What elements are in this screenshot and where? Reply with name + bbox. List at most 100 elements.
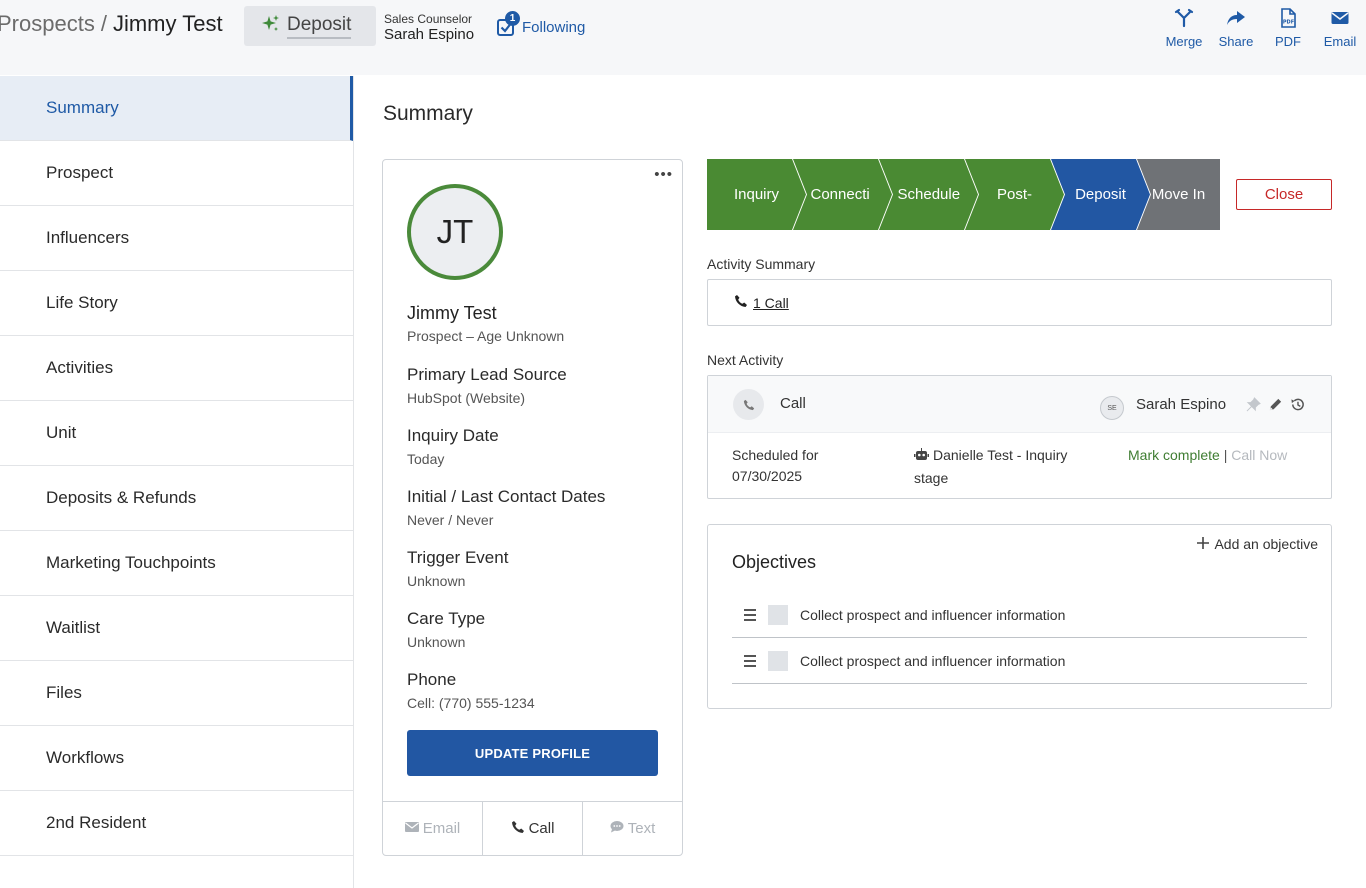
sidebar-item-workflows[interactable]: Workflows bbox=[0, 726, 353, 791]
text-contact-label: Text bbox=[627, 820, 656, 837]
scheduled-label: Scheduled for bbox=[732, 447, 819, 463]
sidebar-item-unit[interactable]: Unit bbox=[0, 401, 353, 466]
field-label: Care Type bbox=[407, 609, 486, 628]
following-label: Following bbox=[522, 18, 586, 36]
activity-actions bbox=[1246, 397, 1305, 412]
objective-text: Collect prospect and influencer informat… bbox=[800, 652, 1066, 669]
breadcrumb: Prospects / Jimmy Test bbox=[0, 11, 223, 37]
stage-inquiry[interactable]: Inquiry bbox=[707, 159, 806, 230]
checkbox-check-icon: 1 bbox=[496, 11, 520, 37]
plus-icon bbox=[1197, 536, 1210, 552]
email-contact-label: Email bbox=[422, 820, 461, 837]
call-now-link[interactable]: Call Now bbox=[1231, 447, 1287, 463]
page-title: Summary bbox=[383, 102, 473, 125]
sidebar-item-marketing-touchpoints[interactable]: Marketing Touchpoints bbox=[0, 531, 353, 596]
pdf-button[interactable]: PDF PDF bbox=[1262, 8, 1314, 49]
profile-card: ••• JT Jimmy Test Prospect – Age Unknown… bbox=[382, 159, 683, 856]
sidebar-item-activities[interactable]: Activities bbox=[0, 336, 353, 401]
scheduled-info: Scheduled for 07/30/2025 bbox=[732, 445, 818, 487]
field-label: Primary Lead Source bbox=[407, 365, 567, 384]
more-options-icon[interactable]: ••• bbox=[654, 166, 673, 183]
stage-label: Schedule bbox=[897, 186, 960, 203]
prospect-subtitle: Prospect – Age Unknown bbox=[407, 328, 565, 344]
stage-label: Deposit bbox=[1075, 186, 1126, 203]
robot-icon bbox=[914, 447, 929, 468]
activity-summary-box: 1 Call bbox=[707, 279, 1332, 326]
workflow-name: Danielle Test - Inquiry stage bbox=[914, 447, 1068, 486]
avatar: JT bbox=[407, 184, 503, 280]
objective-item: Collect prospect and influencer informat… bbox=[732, 592, 1307, 638]
drag-handle-icon[interactable] bbox=[744, 654, 756, 667]
phone-icon bbox=[734, 294, 748, 311]
objectives-card: Objectives Add an objective Collect pros… bbox=[707, 524, 1332, 709]
share-icon bbox=[1226, 8, 1246, 31]
breadcrumb-prospects-link[interactable]: Prospects bbox=[0, 11, 95, 36]
field-value: Cell: (770) 555-1234 bbox=[407, 695, 535, 711]
page-header: Prospects / Jimmy Test Deposit Sales Couns… bbox=[0, 0, 1366, 75]
call-contact-button[interactable]: Call bbox=[483, 802, 583, 855]
sales-counselor: Sales Counselor Sarah Espino bbox=[384, 12, 474, 42]
action-separator: | bbox=[1223, 447, 1228, 463]
field-label: Phone bbox=[407, 670, 457, 689]
sidebar-item-influencers[interactable]: Influencers bbox=[0, 206, 353, 271]
counselor-name[interactable]: Sarah Espino bbox=[384, 27, 474, 42]
stage-chip-label: Deposit bbox=[287, 14, 352, 39]
stage-connection[interactable]: Connecti bbox=[793, 159, 892, 230]
add-objective-button[interactable]: Add an objective bbox=[1197, 536, 1318, 552]
stage-post[interactable]: Post- bbox=[965, 159, 1064, 230]
field-value: Unknown bbox=[407, 634, 466, 650]
mark-complete-link[interactable]: Mark complete bbox=[1128, 447, 1220, 463]
update-profile-button[interactable]: UPDATE PROFILE bbox=[407, 730, 658, 776]
email-button[interactable]: Email bbox=[1314, 8, 1366, 49]
field-value: HubSpot (Website) bbox=[407, 390, 526, 406]
activity-type: Call bbox=[780, 395, 806, 412]
phone-icon bbox=[733, 389, 764, 420]
next-activity-label: Next Activity bbox=[707, 352, 784, 368]
sidebar-item-prospect[interactable]: Prospect bbox=[0, 141, 353, 206]
sidebar-item-files[interactable]: Files bbox=[0, 661, 353, 726]
sidebar-item-summary[interactable]: Summary bbox=[0, 76, 353, 141]
pin-icon[interactable] bbox=[1246, 397, 1261, 412]
share-button[interactable]: Share bbox=[1210, 8, 1262, 49]
pdf-label: PDF bbox=[1275, 34, 1301, 49]
sidebar-nav: Summary Prospect Influencers Life Story … bbox=[0, 76, 354, 888]
contact-actions: Email Call Text bbox=[383, 801, 682, 855]
field-value: Today bbox=[407, 451, 445, 467]
activity-owner: Sarah Espino bbox=[1136, 396, 1227, 413]
counselor-title: Sales Counselor bbox=[384, 12, 473, 26]
field-care-type: Care Type Unknown bbox=[407, 609, 485, 650]
scheduled-date: 07/30/2025 bbox=[732, 468, 803, 484]
activity-call-link[interactable]: 1 Call bbox=[734, 294, 789, 311]
sidebar-item-waitlist[interactable]: Waitlist bbox=[0, 596, 353, 661]
stage-scheduled[interactable]: Schedule bbox=[879, 159, 978, 230]
activity-call-count: 1 Call bbox=[753, 294, 789, 311]
merge-button[interactable]: Merge bbox=[1158, 8, 1210, 49]
stage-deposit[interactable]: Deposit bbox=[1051, 159, 1150, 230]
objective-checkbox[interactable] bbox=[768, 650, 788, 671]
stage-progress-bar: Inquiry Connecti Schedule Post- Deposit … bbox=[707, 159, 1220, 230]
close-button[interactable]: Close bbox=[1236, 179, 1332, 210]
text-contact-button[interactable]: Text bbox=[583, 802, 682, 855]
next-activity-details: Scheduled for 07/30/2025 Danielle Test -… bbox=[708, 433, 1331, 499]
stage-chip-button[interactable]: Deposit bbox=[244, 6, 376, 46]
prospect-name: Jimmy Test bbox=[407, 303, 497, 323]
objective-checkbox[interactable] bbox=[768, 604, 788, 625]
drag-handle-icon[interactable] bbox=[744, 608, 756, 621]
merge-label: Merge bbox=[1165, 34, 1203, 49]
email-contact-button[interactable]: Email bbox=[383, 802, 483, 855]
history-icon[interactable] bbox=[1290, 397, 1305, 412]
field-contact-dates: Initial / Last Contact Dates Never / Nev… bbox=[407, 487, 605, 528]
svg-text:PDF: PDF bbox=[1283, 20, 1294, 26]
breadcrumb-separator: / bbox=[100, 11, 107, 36]
envelope-icon bbox=[404, 820, 419, 837]
sidebar-item-life-story[interactable]: Life Story bbox=[0, 271, 353, 336]
field-primary-lead-source: Primary Lead Source HubSpot (Website) bbox=[407, 365, 567, 406]
following-toggle[interactable]: 1 Following bbox=[496, 11, 586, 37]
sidebar-item-2nd-resident[interactable]: 2nd Resident bbox=[0, 791, 353, 856]
envelope-icon bbox=[1330, 8, 1350, 31]
header-actions: Merge Share PDF PDF Email bbox=[1158, 8, 1366, 49]
sidebar-item-deposits-refunds[interactable]: Deposits & Refunds bbox=[0, 466, 353, 531]
field-label: Initial / Last Contact Dates bbox=[407, 487, 606, 506]
pencil-icon[interactable] bbox=[1268, 397, 1283, 412]
objective-text: Collect prospect and influencer informat… bbox=[800, 606, 1066, 623]
